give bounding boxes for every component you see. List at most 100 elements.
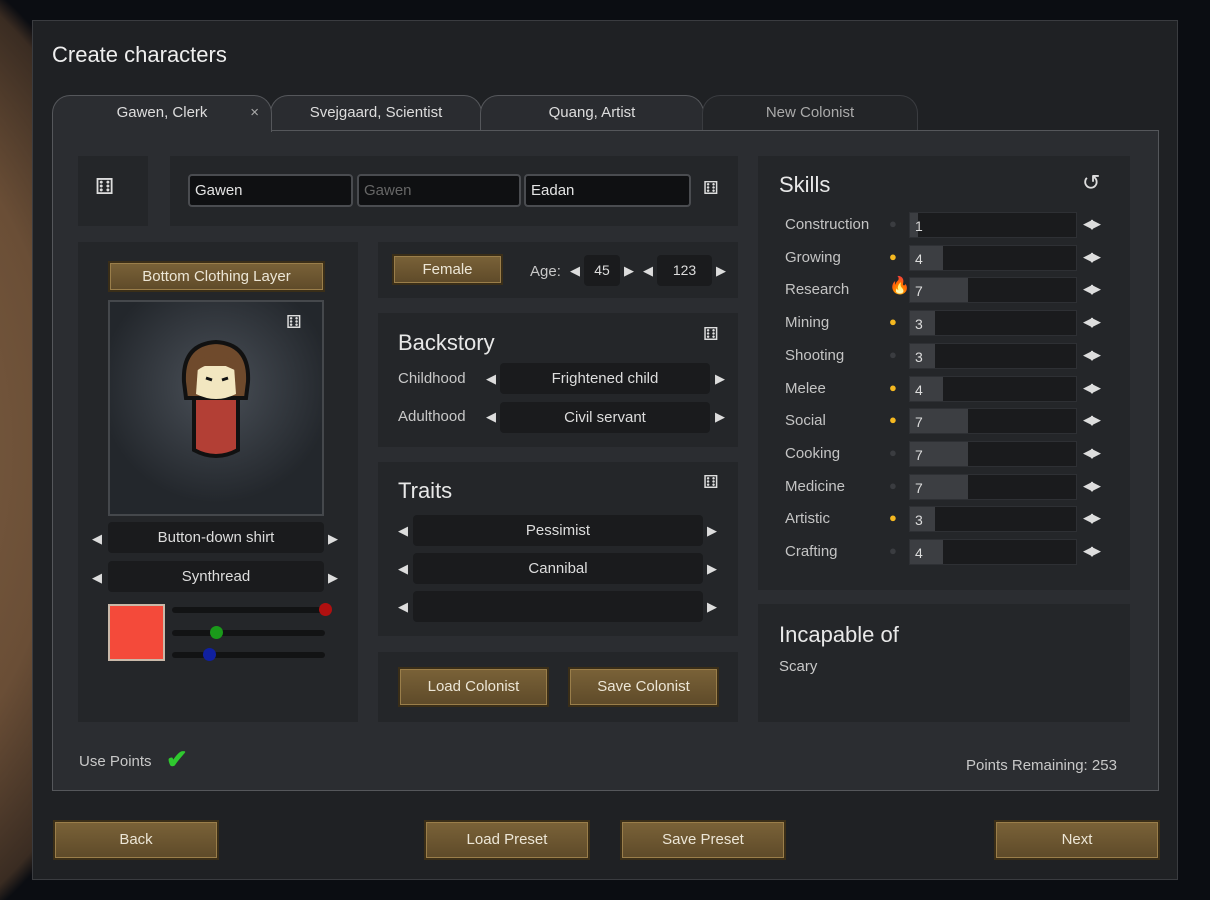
biological-age-field[interactable]: 45 bbox=[584, 255, 620, 286]
prev-material-arrow[interactable]: ◀ bbox=[92, 570, 102, 586]
skill-adjust-arrows[interactable]: ◀▶ bbox=[1083, 249, 1101, 265]
minor-passion-flame-icon[interactable]: ● bbox=[889, 314, 897, 329]
skill-value: 4 bbox=[915, 381, 923, 398]
childhood-selector[interactable]: Frightened child bbox=[500, 363, 710, 394]
skill-bar: 7 bbox=[909, 473, 1077, 500]
save-colonist-button[interactable]: Save Colonist bbox=[568, 667, 719, 707]
minor-passion-flame-icon[interactable]: ● bbox=[889, 510, 897, 525]
skill-bar: 7 bbox=[909, 277, 1077, 304]
skill-adjust-arrows[interactable]: ◀▶ bbox=[1083, 347, 1101, 363]
skill-row-shooting: Shooting ● 3 ◀▶ bbox=[785, 342, 1115, 371]
apparel-selector[interactable]: Button-down shirt bbox=[108, 522, 324, 553]
skill-name: Cooking bbox=[785, 444, 841, 462]
minor-passion-flame-icon[interactable]: ● bbox=[889, 412, 897, 427]
skill-name: Research bbox=[785, 281, 850, 299]
chrono-age-increase-arrow[interactable]: ▶ bbox=[716, 263, 726, 279]
adulthood-selector[interactable]: Civil servant bbox=[500, 402, 710, 433]
first-name-input[interactable]: Gawen bbox=[188, 174, 353, 207]
minor-passion-flame-icon[interactable]: ● bbox=[889, 380, 897, 395]
skill-row-crafting: Crafting ● 4 ◀▶ bbox=[785, 539, 1115, 567]
back-button[interactable]: Back bbox=[53, 820, 219, 860]
use-points-checkbox-check-icon[interactable]: ✔ bbox=[166, 744, 188, 775]
next-adulthood-arrow[interactable]: ▶ bbox=[715, 409, 725, 425]
skill-bar: 3 bbox=[909, 310, 1077, 337]
skill-adjust-arrows[interactable]: ◀▶ bbox=[1083, 281, 1101, 297]
skill-value: 3 bbox=[915, 348, 923, 365]
chronological-age-field[interactable]: 123 bbox=[657, 255, 712, 286]
trait-selector[interactable] bbox=[413, 591, 703, 622]
minor-passion-flame-icon[interactable]: ● bbox=[889, 249, 897, 264]
skill-value: 7 bbox=[915, 283, 923, 300]
load-preset-button[interactable]: Load Preset bbox=[424, 820, 590, 860]
blue-slider[interactable] bbox=[172, 648, 325, 661]
trait-selector[interactable]: Pessimist bbox=[413, 515, 703, 546]
prev-childhood-arrow[interactable]: ◀ bbox=[486, 371, 496, 387]
skill-name: Melee bbox=[785, 379, 826, 397]
last-name-input[interactable]: Eadan bbox=[524, 174, 691, 207]
clothing-layer-button[interactable]: Bottom Clothing Layer bbox=[108, 261, 325, 292]
skill-adjust-arrows[interactable]: ◀▶ bbox=[1083, 510, 1101, 526]
nickname-input[interactable]: Gawen bbox=[357, 174, 521, 207]
next-apparel-arrow[interactable]: ▶ bbox=[328, 531, 338, 547]
major-passion-flame-icon[interactable]: 🔥 bbox=[889, 276, 910, 296]
gender-button[interactable]: Female bbox=[392, 254, 503, 285]
randomize-dice-icon[interactable]: ⚅ bbox=[95, 174, 114, 200]
randomize-backstory-dice-icon[interactable]: ⚅ bbox=[703, 324, 719, 345]
age-increase-arrow[interactable]: ▶ bbox=[624, 263, 634, 279]
randomize-name-dice-icon[interactable]: ⚅ bbox=[703, 178, 719, 199]
save-preset-button[interactable]: Save Preset bbox=[620, 820, 786, 860]
next-trait-2-arrow[interactable]: ▶ bbox=[707, 561, 717, 577]
randomize-portrait-dice-icon[interactable]: ⚅ bbox=[286, 312, 302, 333]
skill-bar: 4 bbox=[909, 244, 1077, 271]
green-slider[interactable] bbox=[172, 626, 325, 639]
prev-trait-3-arrow[interactable]: ◀ bbox=[398, 599, 408, 615]
no-passion-flame-icon[interactable]: ● bbox=[889, 543, 897, 558]
red-slider[interactable] bbox=[172, 603, 332, 616]
next-trait-3-arrow[interactable]: ▶ bbox=[707, 599, 717, 615]
no-passion-flame-icon[interactable]: ● bbox=[889, 216, 897, 231]
age-decrease-arrow[interactable]: ◀ bbox=[570, 263, 580, 279]
no-passion-flame-icon[interactable]: ● bbox=[889, 347, 897, 362]
portrait: ⚅ bbox=[108, 300, 324, 516]
load-colonist-button[interactable]: Load Colonist bbox=[398, 667, 549, 707]
reset-skills-icon[interactable]: ↺ bbox=[1082, 170, 1100, 196]
skill-name: Social bbox=[785, 412, 826, 430]
color-swatch[interactable] bbox=[108, 604, 165, 661]
skill-row-cooking: Cooking ● 7 ◀▶ bbox=[785, 440, 1115, 469]
skill-name: Crafting bbox=[785, 543, 838, 560]
skill-adjust-arrows[interactable]: ◀▶ bbox=[1083, 380, 1101, 396]
tab-gawen[interactable]: Gawen, Clerk × bbox=[52, 95, 272, 132]
prev-trait-1-arrow[interactable]: ◀ bbox=[398, 523, 408, 539]
backstory-title: Backstory bbox=[398, 330, 495, 355]
close-tab-icon[interactable]: × bbox=[250, 96, 259, 130]
skill-adjust-arrows[interactable]: ◀▶ bbox=[1083, 445, 1101, 461]
next-button[interactable]: Next bbox=[994, 820, 1160, 860]
no-passion-flame-icon[interactable]: ● bbox=[889, 445, 897, 460]
tab-quang[interactable]: Quang, Artist bbox=[480, 95, 704, 131]
tab-svejgaard[interactable]: Svejgaard, Scientist bbox=[270, 95, 482, 131]
skill-value: 4 bbox=[915, 545, 923, 561]
next-material-arrow[interactable]: ▶ bbox=[328, 570, 338, 586]
prev-adulthood-arrow[interactable]: ◀ bbox=[486, 409, 496, 425]
prev-trait-2-arrow[interactable]: ◀ bbox=[398, 561, 408, 577]
red-slider-handle[interactable] bbox=[319, 603, 332, 616]
randomize-traits-dice-icon[interactable]: ⚅ bbox=[703, 472, 719, 493]
no-passion-flame-icon[interactable]: ● bbox=[889, 478, 897, 493]
skill-adjust-arrows[interactable]: ◀▶ bbox=[1083, 216, 1101, 232]
skill-row-research: Research 🔥 7 ◀▶ bbox=[785, 276, 1115, 305]
next-trait-1-arrow[interactable]: ▶ bbox=[707, 523, 717, 539]
tab-new-colonist[interactable]: New Colonist bbox=[702, 95, 918, 131]
material-selector[interactable]: Synthread bbox=[108, 561, 324, 592]
blue-slider-handle[interactable] bbox=[202, 648, 216, 661]
skill-adjust-arrows[interactable]: ◀▶ bbox=[1083, 314, 1101, 330]
skill-adjust-arrows[interactable]: ◀▶ bbox=[1083, 412, 1101, 428]
prev-apparel-arrow[interactable]: ◀ bbox=[92, 531, 102, 547]
skill-adjust-arrows[interactable]: ◀▶ bbox=[1083, 543, 1101, 559]
skill-bar: 3 bbox=[909, 506, 1077, 533]
next-childhood-arrow[interactable]: ▶ bbox=[715, 371, 725, 387]
trait-selector[interactable]: Cannibal bbox=[413, 553, 703, 584]
skill-adjust-arrows[interactable]: ◀▶ bbox=[1083, 478, 1101, 494]
incapable-item: Scary bbox=[779, 658, 818, 675]
chrono-age-decrease-arrow[interactable]: ◀ bbox=[643, 263, 653, 279]
skill-value: 1 bbox=[915, 218, 923, 234]
